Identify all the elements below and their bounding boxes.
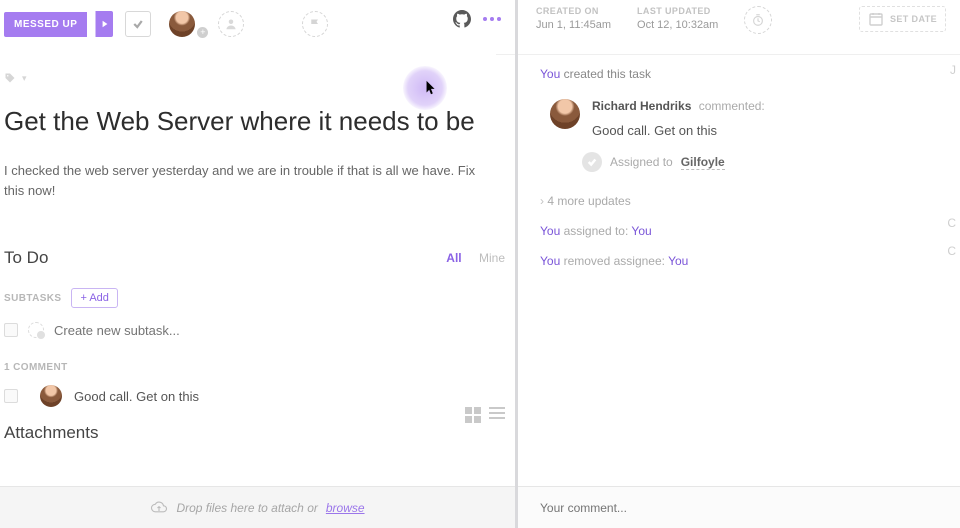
comments-count: 1 COMMENT [4, 362, 505, 373]
comment-verb: commented: [699, 99, 765, 113]
flag-icon [309, 18, 321, 30]
filter-all[interactable]: All [446, 251, 461, 265]
priority-slot[interactable] [218, 11, 244, 37]
browse-link[interactable]: browse [326, 501, 365, 515]
comment-checkbox[interactable] [4, 389, 18, 403]
grid-view-icon[interactable] [465, 407, 481, 423]
dropzone-text: Drop files here to attach or [176, 501, 317, 515]
caret-right-icon [101, 20, 109, 28]
task-title[interactable]: Get the Web Server where it needs to be [4, 106, 475, 137]
last-updated: LAST UPDATED Oct 12, 10:32am [637, 6, 718, 31]
activity-time-trunc: C [947, 244, 956, 258]
cursor-icon [425, 80, 437, 96]
activity-time-trunc: J [950, 63, 956, 77]
activity-assign-line: You assigned to: You C [540, 224, 942, 238]
comment-text: Good call. Get on this [74, 389, 199, 404]
activity-assigned: Assigned to Gilfoyle [540, 152, 942, 172]
status-next-button[interactable] [95, 11, 113, 37]
subtasks-label: SUBTASKS [4, 293, 61, 304]
activity-remove-line: You removed assignee: You C [540, 254, 942, 268]
complete-button[interactable] [125, 11, 151, 37]
subtask-assignee-slot[interactable] [28, 322, 44, 338]
tag-icon [4, 72, 16, 84]
dropzone[interactable]: Drop files here to attach or browse [0, 486, 515, 528]
assignee-avatar[interactable] [169, 11, 195, 37]
new-subtask-input[interactable] [54, 323, 354, 338]
check-disc-icon [582, 152, 602, 172]
cloud-upload-icon [150, 501, 168, 515]
flag-slot[interactable] [302, 11, 328, 37]
more-updates-toggle[interactable]: 4 more updates [540, 194, 942, 208]
activity-time-trunc: C [947, 216, 956, 230]
activity-created: You created this task J [540, 67, 942, 81]
task-description[interactable]: I checked the web server yesterday and w… [4, 161, 484, 200]
assignee-name[interactable]: Gilfoyle [681, 155, 725, 170]
add-assignee-icon[interactable]: + [197, 27, 208, 38]
chevron-down-icon: ▾ [22, 73, 27, 84]
commenter-avatar [550, 99, 580, 129]
subtask-checkbox[interactable] [4, 323, 18, 337]
set-date-button[interactable]: SET DATE [859, 6, 946, 32]
comment-input[interactable] [540, 501, 840, 515]
user-icon [225, 18, 237, 30]
check-icon [132, 18, 144, 30]
filter-mine[interactable]: Mine [479, 251, 505, 265]
status-button[interactable]: MESSED UP [4, 12, 87, 37]
commenter-name: Richard Hendriks [592, 99, 691, 113]
github-icon[interactable] [453, 10, 471, 28]
activity-comment: Richard Hendriks commented: Good call. G… [540, 99, 942, 138]
stopwatch-icon [751, 13, 765, 27]
created-on: CREATED ON Jun 1, 11:45am [536, 6, 611, 31]
add-subtask-button[interactable]: + Add [71, 288, 117, 308]
calendar-icon [868, 11, 884, 27]
more-menu[interactable] [483, 17, 501, 21]
time-tracking-slot[interactable] [744, 6, 772, 34]
comment-message: Good call. Get on this [592, 123, 765, 138]
attachments-heading: Attachments [4, 423, 99, 443]
todo-heading: To Do [4, 248, 48, 268]
list-view-icon[interactable] [489, 407, 505, 423]
